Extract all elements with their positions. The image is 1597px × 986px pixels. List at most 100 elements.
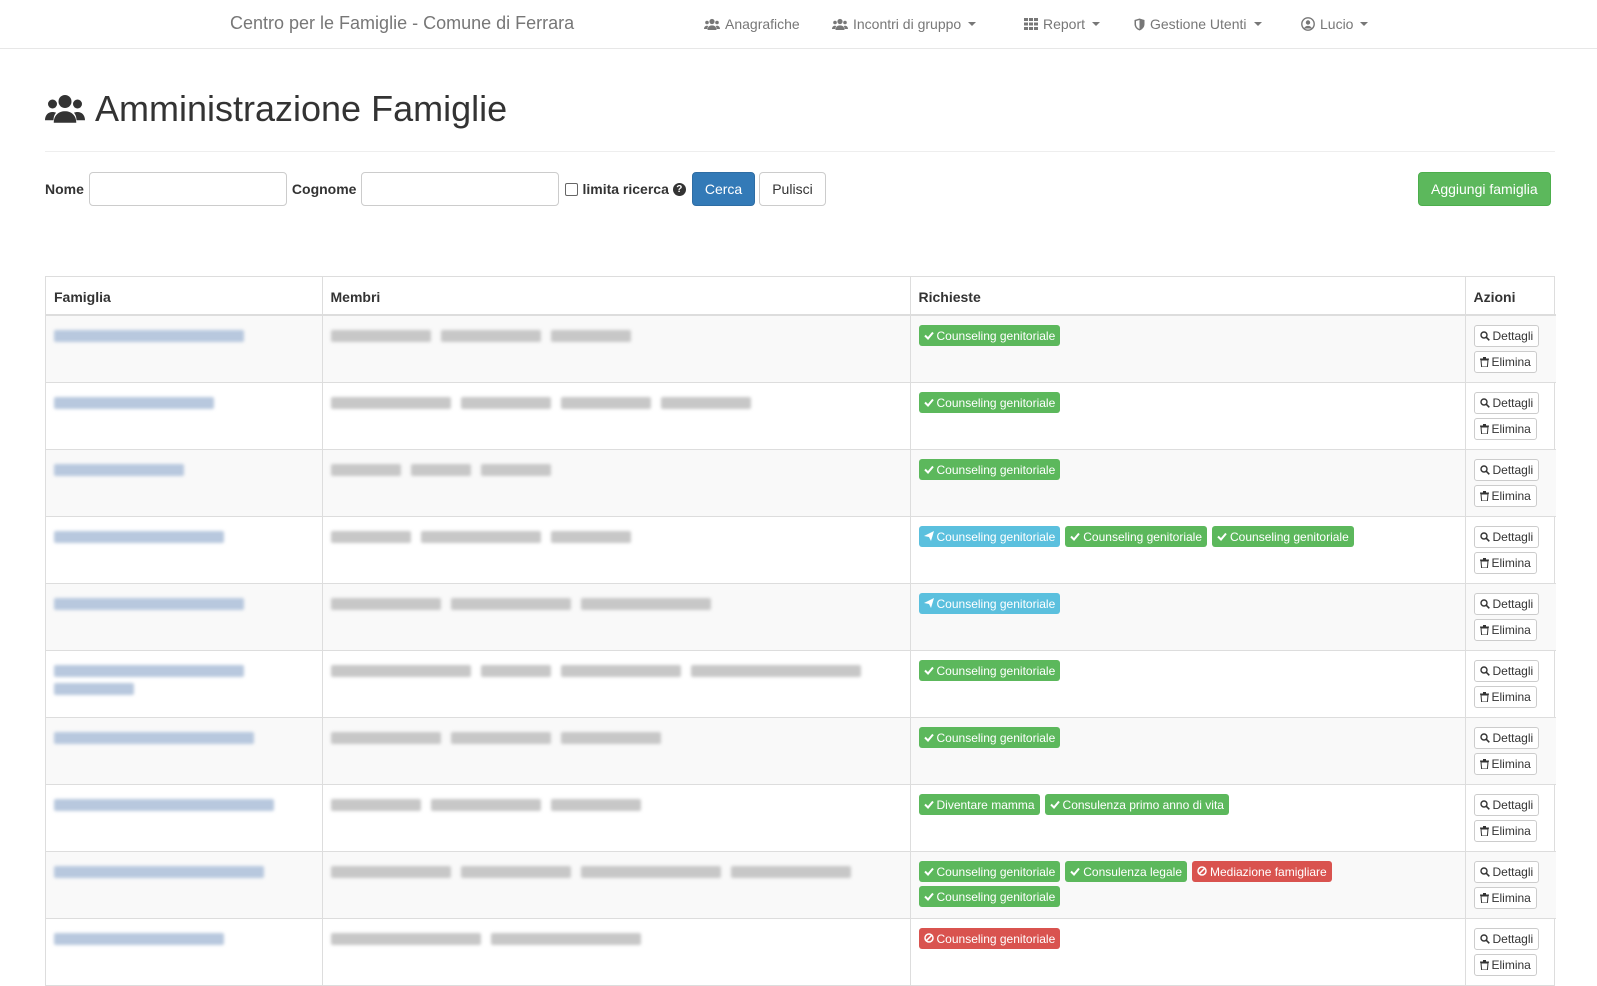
- details-button[interactable]: Dettagli: [1473, 794, 1540, 816]
- limit-search-checkbox[interactable]: [565, 182, 579, 196]
- nav-report-dropdown[interactable]: Report: [1024, 16, 1101, 32]
- search-button[interactable]: Cerca: [691, 172, 756, 206]
- redacted-family-name[interactable]: [54, 330, 244, 342]
- redacted-member-name: [330, 464, 401, 476]
- search-icon: [1479, 465, 1490, 475]
- caret-down-icon: [1253, 22, 1262, 26]
- redacted-member-name: [560, 732, 661, 744]
- details-button[interactable]: Dettagli: [1473, 392, 1540, 414]
- family-cell: [46, 918, 323, 985]
- actions-cell: Dettagli Elimina: [1465, 784, 1556, 852]
- navbar: Centro per le Famiglie - Comune di Ferra…: [0, 0, 1597, 49]
- details-button-label: Dettagli: [1492, 932, 1534, 946]
- details-button[interactable]: Dettagli: [1473, 727, 1540, 749]
- row-actions: Dettagli Elimina: [1473, 660, 1549, 708]
- redacted-family-name[interactable]: [54, 866, 264, 878]
- details-button[interactable]: Dettagli: [1473, 593, 1540, 615]
- row-actions: Dettagli Elimina: [1473, 526, 1549, 574]
- request-badge-label: Consulenza primo anno di vita: [1062, 797, 1224, 812]
- check-icon: [1049, 798, 1060, 812]
- redacted-member-name: [660, 397, 751, 409]
- question-circle-icon[interactable]: ?: [672, 182, 686, 196]
- table-header-row: Famiglia Membri Richieste Azioni: [46, 277, 1556, 316]
- delete-button[interactable]: Elimina: [1473, 887, 1537, 909]
- delete-button-label: Elimina: [1491, 422, 1531, 436]
- delete-button[interactable]: Elimina: [1473, 619, 1537, 641]
- page-title: Amministrazione Famiglie: [45, 88, 507, 130]
- add-family-button[interactable]: Aggiungi famiglia: [1418, 172, 1551, 206]
- delete-button[interactable]: Elimina: [1473, 418, 1537, 440]
- ban-icon: [923, 932, 934, 946]
- details-button[interactable]: Dettagli: [1473, 526, 1540, 548]
- cognome-input[interactable]: [361, 172, 560, 206]
- nav-incontri-dropdown[interactable]: Incontri di gruppo: [832, 16, 977, 32]
- limit-search-label: limita ricerca: [582, 181, 669, 197]
- redacted-family-name[interactable]: [54, 933, 224, 945]
- request-badge: Counseling genitoriale: [918, 886, 1061, 907]
- request-badges: Counseling genitoriale: [918, 593, 1457, 614]
- redacted-member-name: [450, 598, 571, 610]
- delete-button[interactable]: Elimina: [1473, 753, 1537, 775]
- redacted-family-name[interactable]: [54, 799, 274, 811]
- family-cell: [46, 784, 323, 852]
- search-icon: [1479, 733, 1490, 743]
- redacted-family-name[interactable]: [54, 683, 134, 695]
- redacted-family-name[interactable]: [54, 531, 224, 543]
- column-header-famiglia: Famiglia: [46, 277, 323, 316]
- delete-button[interactable]: Elimina: [1473, 552, 1537, 574]
- members-list: [330, 794, 902, 817]
- ban-icon: [1197, 865, 1207, 879]
- details-button[interactable]: Dettagli: [1473, 459, 1540, 481]
- delete-button-label: Elimina: [1491, 556, 1531, 570]
- members-cell: [322, 784, 911, 852]
- users-icon: [832, 18, 848, 30]
- limit-search-checkbox-wrap[interactable]: limita ricerca ?: [565, 181, 686, 197]
- check-icon: [923, 396, 934, 410]
- families-table: Famiglia Membri Richieste Azioni Counsel…: [45, 276, 1556, 986]
- requests-cell: Counseling genitoriale Consulenza legale M…: [910, 851, 1466, 919]
- nav-user-dropdown[interactable]: Lucio: [1301, 16, 1369, 32]
- user-circle-icon: [1301, 17, 1315, 31]
- delete-button[interactable]: Elimina: [1473, 351, 1537, 373]
- caret-down-icon: [1360, 22, 1369, 26]
- trash-icon: [1479, 491, 1489, 501]
- request-badge: Mediazione famigliare: [1192, 861, 1332, 882]
- trash-icon: [1479, 826, 1489, 836]
- delete-button[interactable]: Elimina: [1473, 820, 1537, 842]
- clear-button[interactable]: Pulisci: [759, 172, 826, 206]
- nav-gestione-utenti-dropdown[interactable]: Gestione Utenti: [1134, 16, 1262, 32]
- redacted-member-name: [330, 598, 441, 610]
- requests-cell: Counseling genitoriale: [910, 382, 1466, 450]
- delete-button[interactable]: Elimina: [1473, 954, 1537, 976]
- brand-title[interactable]: Centro per le Famiglie - Comune di Ferra…: [230, 13, 574, 34]
- nav-anagrafiche[interactable]: Anagrafiche: [704, 16, 800, 32]
- request-badges: Counseling genitoriale: [918, 928, 1457, 949]
- check-icon: [1070, 865, 1081, 879]
- nome-input[interactable]: [88, 172, 287, 206]
- delete-button[interactable]: Elimina: [1473, 686, 1537, 708]
- redacted-family-name[interactable]: [54, 665, 244, 677]
- details-button-label: Dettagli: [1492, 396, 1534, 410]
- details-button[interactable]: Dettagli: [1473, 928, 1540, 950]
- family-cell: [46, 449, 323, 517]
- nav-user-label: Lucio: [1320, 16, 1354, 32]
- redacted-family-name[interactable]: [54, 732, 254, 744]
- request-badge-label: Counseling genitoriale: [936, 864, 1056, 879]
- actions-cell: Dettagli Elimina: [1465, 583, 1556, 651]
- redacted-family-name[interactable]: [54, 464, 184, 476]
- details-button[interactable]: Dettagli: [1473, 861, 1540, 883]
- redacted-family-name[interactable]: [54, 397, 214, 409]
- delete-button[interactable]: Elimina: [1473, 485, 1537, 507]
- details-button[interactable]: Dettagli: [1473, 660, 1540, 682]
- search-form: Nome Cognome limita ricerca ? Cerca Puli…: [45, 172, 826, 206]
- delete-button-label: Elimina: [1491, 690, 1531, 704]
- members-list: [330, 392, 902, 415]
- divider: [45, 151, 1555, 152]
- cognome-label: Cognome: [291, 181, 357, 197]
- details-button[interactable]: Dettagli: [1473, 325, 1540, 347]
- request-badges: Counseling genitoriale: [918, 459, 1457, 480]
- delete-button-label: Elimina: [1491, 757, 1531, 771]
- table-row: Counseling genitoriale Dettagli Elimina: [46, 918, 1556, 985]
- redacted-family-name[interactable]: [54, 598, 244, 610]
- row-actions: Dettagli Elimina: [1473, 861, 1549, 909]
